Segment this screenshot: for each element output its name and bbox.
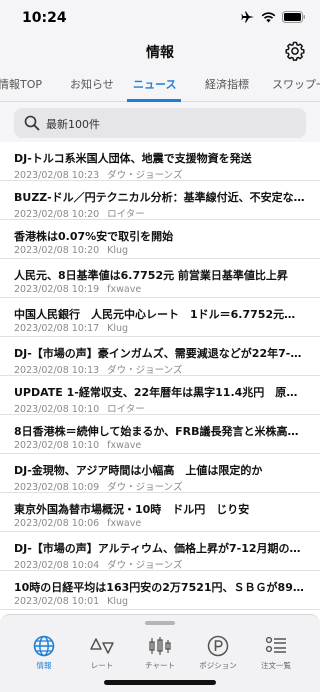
home-indicator[interactable] [104, 680, 216, 685]
news-source: fxwave [107, 518, 142, 529]
bottom-tab-label: レート [90, 661, 114, 670]
news-time: 2023/02/08 10:20 [14, 245, 100, 256]
news-list: DJ-トルコ系米国人団体、地震で支援物資を発送 2023/02/08 10:23… [0, 142, 320, 610]
news-item[interactable]: DJ-トルコ系米国人団体、地震で支援物資を発送 2023/02/08 10:23… [0, 142, 320, 181]
news-item[interactable]: 人民元、8日基準値は6.7752元 前営業日基準値比上昇 2023/02/08 … [0, 259, 320, 298]
news-source: Klug [107, 596, 129, 607]
status-time: 10:24 [22, 10, 67, 26]
news-item[interactable]: 8日香港株＝続伸して始まるか、FRB議長発言と米株高が… 2023/02/08 … [0, 415, 320, 454]
news-time: 2023/02/08 10:23 [14, 170, 100, 181]
battery-icon [282, 11, 305, 23]
news-meta: 2023/02/08 10:10 fxwave [14, 440, 141, 451]
bottom-tab-chart[interactable]: チャート [132, 635, 188, 671]
bottom-tab-label: 情報 [36, 661, 52, 670]
news-meta: 2023/02/08 10:23 ダウ・ジョーンズ [14, 167, 183, 181]
news-source: ダウ・ジョーンズ [107, 365, 183, 376]
news-item[interactable]: 中国人民銀行 人民元中心レート 1ドル＝6.7752元（… 2023/02/08… [0, 298, 320, 337]
tab-notices[interactable]: お知らせ [70, 76, 114, 92]
bottom-tab-position[interactable]: ポジション [190, 635, 246, 671]
airplane-icon [241, 11, 254, 23]
search-area: 最新100件 [0, 102, 320, 142]
news-title: DJ-【市場の声】アルティウム、価格上昇が7-12月期の… [14, 542, 301, 555]
news-title: 中国人民銀行 人民元中心レート 1ドル＝6.7752元（… [14, 308, 306, 321]
news-source: Klug [107, 245, 129, 256]
news-item[interactable]: 10時の日経平均は163円安の2万7521円、ＳＢＧが89.58… 2023/0… [0, 571, 320, 610]
news-time: 2023/02/08 10:13 [14, 365, 100, 376]
tab-info-top[interactable]: 情報TOP [0, 76, 42, 92]
segment-tabs: 情報TOP お知らせ ニュース 経済指標 スワップ一 [0, 68, 320, 102]
wifi-icon [261, 11, 276, 22]
news-source: ロイター [107, 404, 145, 415]
news-item[interactable]: UPDATE 1-経常収支、22年暦年は黒字11.4兆円 原油高… 2023/0… [0, 376, 320, 415]
news-source: fxwave [107, 284, 142, 295]
news-title: 人民元、8日基準値は6.7752元 前営業日基準値比上昇 [14, 269, 288, 282]
news-time: 2023/02/08 10:06 [14, 518, 100, 529]
globe-icon [33, 635, 55, 657]
rate-triangles-icon [90, 638, 114, 654]
search-icon [24, 115, 40, 131]
news-meta: 2023/02/08 10:13 ダウ・ジョーンズ [14, 362, 183, 376]
news-meta: 2023/02/08 10:19 fxwave [14, 284, 141, 295]
news-time: 2023/02/08 10:10 [14, 404, 100, 415]
news-item[interactable]: DJ-【市場の声】アルティウム、価格上昇が7-12月期の… 2023/02/08… [0, 532, 320, 571]
news-meta: 2023/02/08 10:01 Klug [14, 596, 128, 607]
news-source: ロイター [107, 209, 145, 220]
news-time: 2023/02/08 10:19 [14, 284, 100, 295]
news-time: 2023/02/08 10:09 [14, 482, 100, 493]
tab-economic-indicators[interactable]: 経済指標 [205, 76, 249, 92]
news-item[interactable]: 香港株は0.07%安で取引を開始 2023/02/08 10:20 Klug [0, 220, 320, 259]
news-time: 2023/02/08 10:04 [14, 560, 100, 571]
news-title: 8日香港株＝続伸して始まるか、FRB議長発言と米株高が… [14, 425, 306, 438]
news-source: ダウ・ジョーンズ [107, 482, 183, 493]
news-meta: 2023/02/08 10:06 fxwave [14, 518, 141, 529]
order-list-icon [265, 636, 286, 653]
news-meta: 2023/02/08 10:20 ロイター [14, 206, 145, 220]
status-icons [241, 11, 306, 23]
news-meta: 2023/02/08 10:20 Klug [14, 245, 128, 256]
news-title: 10時の日経平均は163円安の2万7521円、ＳＢＧが89.58… [14, 581, 306, 594]
news-meta: 2023/02/08 10:10 ロイター [14, 401, 145, 415]
news-title: DJ-金現物、アジア時間は小幅高 上値は限定的か [14, 464, 263, 477]
status-bar: 10:24 [0, 0, 320, 36]
bottom-tab-rate[interactable]: レート [74, 635, 130, 671]
news-meta: 2023/02/08 10:09 ダウ・ジョーンズ [14, 479, 183, 493]
news-time: 2023/02/08 10:20 [14, 209, 100, 220]
news-source: ダウ・ジョーンズ [107, 560, 183, 571]
news-title: DJ-【市場の声】豪インガムズ、需要減退などが22年7-1… [14, 347, 306, 360]
news-source: ダウ・ジョーンズ [107, 170, 183, 181]
news-title: DJ-トルコ系米国人団体、地震で支援物資を発送 [14, 152, 252, 165]
tab-news[interactable]: ニュース [133, 76, 176, 92]
bottom-tab-label: ポジション [199, 661, 237, 670]
news-item[interactable]: DJ-【市場の声】豪インガムズ、需要減退などが22年7-1… 2023/02/0… [0, 337, 320, 376]
bottom-tab-info[interactable]: 情報 [16, 635, 72, 671]
news-item[interactable]: BUZZ-ドル／円テクニカル分析：基準線付近、不安定な… 2023/02/08 … [0, 181, 320, 220]
tab-swap[interactable]: スワップ一 [272, 76, 320, 92]
bottom-tab-orders[interactable]: 注文一覧 [248, 635, 304, 671]
candlestick-icon [149, 637, 171, 655]
news-time: 2023/02/08 10:01 [14, 596, 100, 607]
news-time: 2023/02/08 10:10 [14, 440, 100, 451]
bottom-tab-label: チャート [145, 661, 175, 670]
nav-bar: 情報 [0, 36, 320, 68]
search-label: 最新100件 [46, 118, 100, 131]
position-p-icon [207, 635, 229, 657]
news-time: 2023/02/08 10:17 [14, 323, 100, 334]
news-title: 香港株は0.07%安で取引を開始 [14, 230, 174, 243]
news-item[interactable]: DJ-金現物、アジア時間は小幅高 上値は限定的か 2023/02/08 10:0… [0, 454, 320, 493]
page-title: 情報 [146, 45, 174, 61]
news-item[interactable]: 東京外国為替市場概況・10時 ドル円 じり安 2023/02/08 10:06 f… [0, 493, 320, 532]
news-source: fxwave [107, 440, 142, 451]
news-title: BUZZ-ドル／円テクニカル分析：基準線付近、不安定な… [14, 191, 305, 204]
gear-icon[interactable] [284, 40, 306, 62]
news-title: 東京外国為替市場概況・10時 ドル円 じり安 [14, 503, 250, 516]
news-title: UPDATE 1-経常収支、22年暦年は黒字11.4兆円 原油高… [14, 386, 306, 399]
search-field[interactable]: 最新100件 [14, 108, 306, 138]
sheet-grabber[interactable] [145, 621, 175, 625]
news-meta: 2023/02/08 10:04 ダウ・ジョーンズ [14, 557, 183, 571]
news-meta: 2023/02/08 10:17 Klug [14, 323, 128, 334]
news-source: Klug [107, 323, 129, 334]
bottom-tab-label: 注文一覧 [261, 661, 291, 670]
